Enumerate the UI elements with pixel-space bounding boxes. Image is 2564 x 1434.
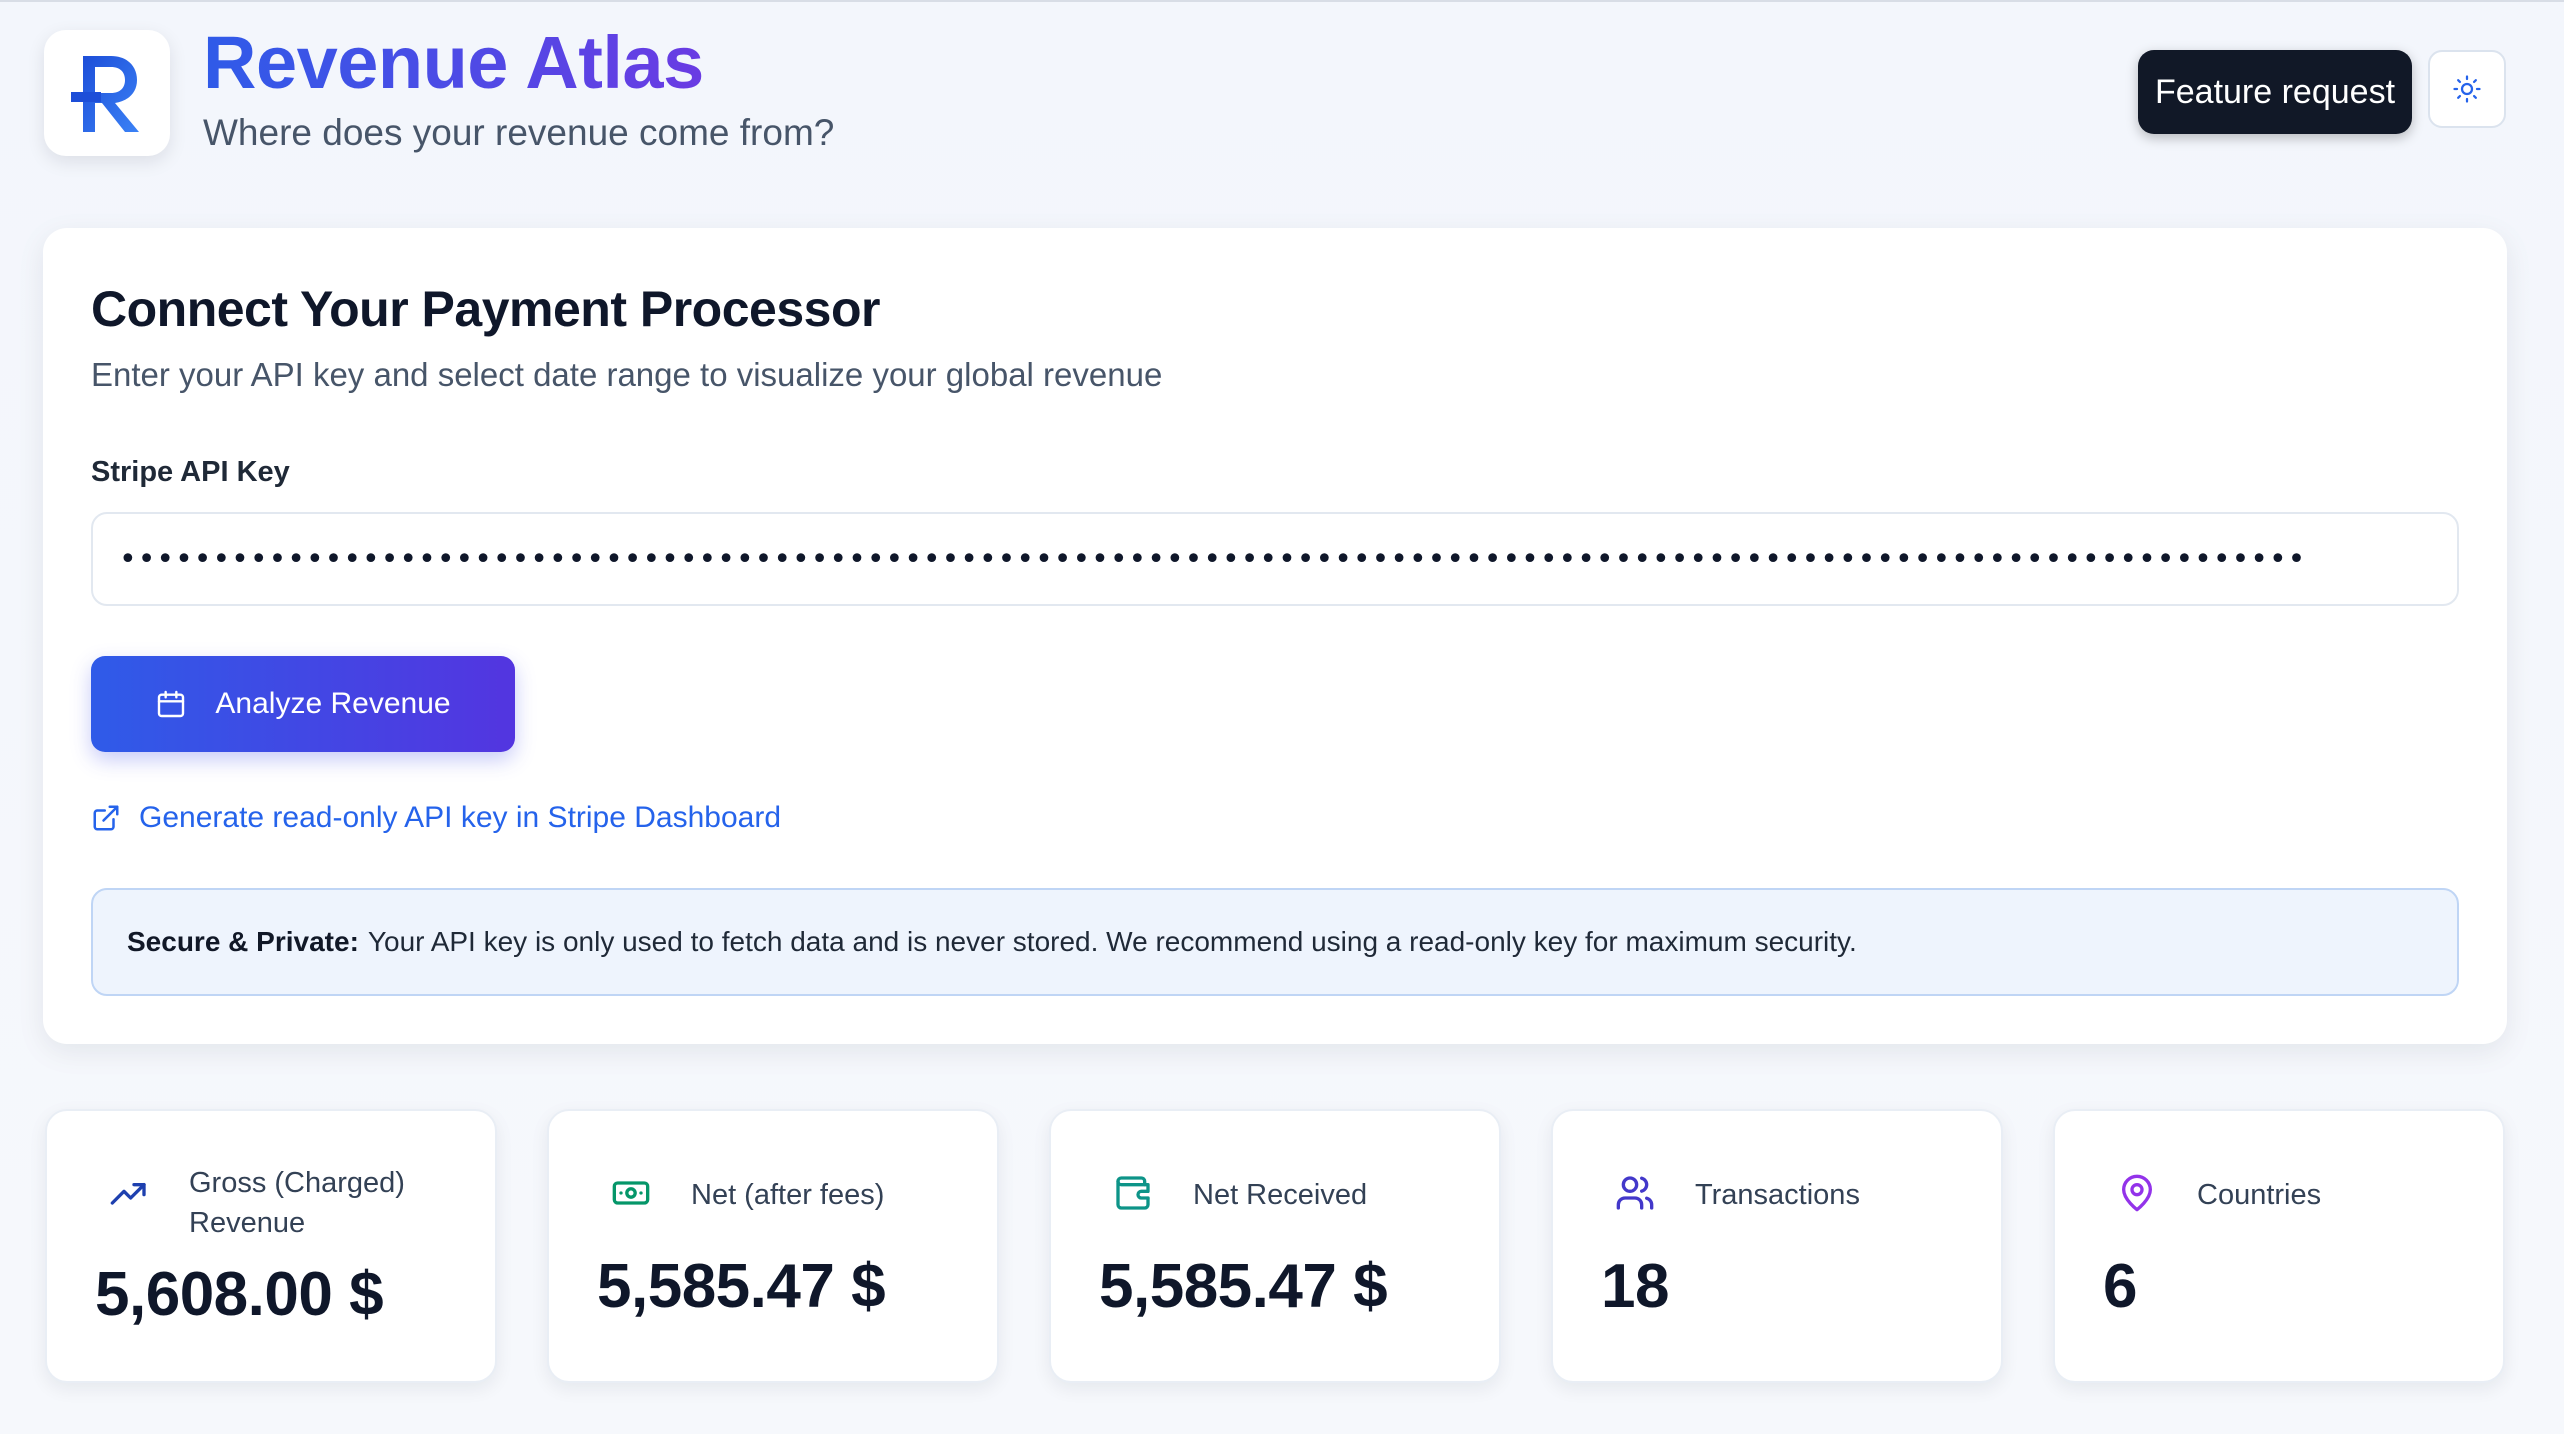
feature-request-button[interactable]: Feature request	[2138, 50, 2412, 134]
sun-icon	[2453, 75, 2481, 103]
users-icon	[1613, 1171, 1657, 1215]
stat-card-gross-revenue: Gross (Charged) Revenue 5,608.00 $	[45, 1109, 497, 1383]
stat-value: 5,585.47 $	[597, 1252, 886, 1321]
security-notice: Secure & Private: Your API key is only u…	[91, 888, 2459, 996]
stat-label: Net Received	[1193, 1179, 1368, 1211]
app-subtitle: Where does your revenue come from?	[203, 112, 835, 153]
app-header: Revenue Atlas Where does your revenue co…	[0, 2, 2564, 202]
connect-description: Enter your API key and select date range…	[91, 356, 1163, 393]
stat-label: Countries	[2197, 1179, 2322, 1211]
api-key-input[interactable]	[91, 512, 2459, 606]
stat-card-transactions: Transactions 18	[1551, 1109, 2003, 1383]
api-key-label: Stripe API Key	[91, 456, 290, 488]
notice-text: Your API key is only used to fetch data …	[367, 926, 1857, 957]
stripe-dashboard-link[interactable]: Generate read-only API key in Stripe Das…	[91, 796, 781, 840]
external-link-icon	[93, 805, 119, 831]
stat-card-net-received: Net Received 5,585.47 $	[1049, 1109, 1501, 1383]
app-title: Revenue Atlas	[203, 18, 704, 108]
logo-r-icon	[71, 56, 139, 132]
stat-value: 5,585.47 $	[1099, 1252, 1388, 1321]
stat-card-net-after-fees: Net (after fees) 5,585.47 $	[547, 1109, 999, 1383]
stripe-link-label: Generate read-only API key in Stripe Das…	[139, 801, 782, 834]
stat-value: 5,608.00 $	[95, 1260, 384, 1329]
banknote-icon	[609, 1171, 653, 1215]
theme-toggle-button[interactable]	[2428, 50, 2506, 128]
stat-value: 6	[2103, 1252, 2137, 1321]
stat-value: 18	[1601, 1252, 1669, 1321]
app-logo	[44, 30, 170, 156]
analyze-revenue-button[interactable]: Analyze Revenue	[91, 656, 515, 752]
notice-bold: Secure & Private:	[127, 926, 359, 957]
stat-label: Transactions	[1695, 1179, 1860, 1211]
stat-label: Net (after fees)	[691, 1179, 885, 1211]
calendar-icon	[158, 690, 185, 718]
connect-card: Connect Your Payment Processor Enter you…	[43, 228, 2507, 1044]
stat-card-countries: Countries 6	[2053, 1109, 2505, 1383]
wallet-icon	[1111, 1171, 1155, 1215]
stat-label: Gross (Charged) Revenue	[189, 1167, 405, 1239]
map-pin-icon	[2115, 1171, 2159, 1215]
analyze-revenue-label: Analyze Revenue	[215, 687, 451, 720]
connect-title: Connect Your Payment Processor	[91, 281, 880, 337]
trending-up-icon	[107, 1171, 151, 1215]
